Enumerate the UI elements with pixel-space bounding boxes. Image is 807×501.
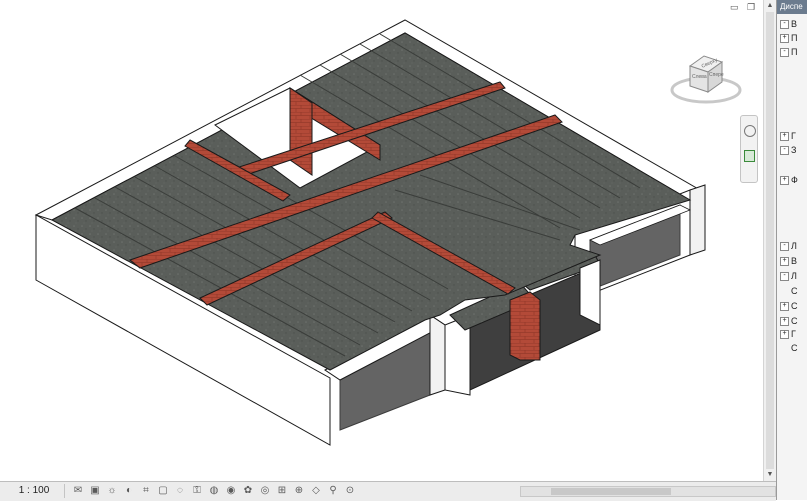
tree-item[interactable]: -Л	[780, 240, 797, 252]
envelope-icon[interactable]: ✉	[72, 485, 84, 497]
tree-item[interactable]: + Г	[780, 130, 796, 142]
collapse-icon[interactable]: -	[780, 272, 789, 282]
expand-icon[interactable]: +	[780, 132, 789, 142]
tree-item[interactable]: -П	[780, 46, 797, 58]
panel-title: Диспе	[777, 0, 807, 14]
tree-item[interactable]: + Г	[780, 328, 796, 340]
tree-item-label: Л	[791, 241, 797, 251]
scroll-thumb[interactable]	[766, 12, 774, 469]
expand-icon[interactable]: +	[780, 302, 789, 312]
shadow-icon[interactable]: ◐	[123, 485, 135, 497]
tree-item[interactable]: -Л	[780, 270, 797, 282]
lock-icon[interactable]: ⚿	[191, 485, 203, 497]
crop-icon[interactable]: ⌗	[140, 485, 152, 497]
horizontal-scrollbar[interactable]	[520, 486, 776, 497]
steering-wheel-icon[interactable]	[744, 125, 756, 137]
tree-item[interactable]: + С	[780, 315, 798, 327]
tree-item-label: П	[791, 47, 798, 57]
minimize-icon[interactable]: ▭	[730, 2, 742, 12]
highlight-icon[interactable]: ⊙	[344, 485, 356, 497]
temp-hide-icon[interactable]: ◎	[259, 485, 271, 497]
project-browser-panel: Диспе - В + П - П + Г - З + Ф - Л + В - Л С + С + С + Г С	[776, 0, 807, 500]
expand-icon[interactable]: +	[780, 257, 789, 267]
analytics-icon[interactable]: ◍	[208, 485, 220, 497]
folder-icon[interactable]: ▣	[89, 485, 101, 497]
design-options-icon[interactable]: ◇	[310, 485, 322, 497]
expand-icon[interactable]: +	[780, 330, 789, 340]
brick-column	[509, 291, 541, 361]
tree-item-label: С	[791, 316, 798, 326]
render-icon[interactable]: ✿	[242, 485, 254, 497]
pillar-right	[579, 259, 601, 326]
building-3d-model[interactable]	[0, 0, 776, 481]
sun-icon[interactable]: ☼	[106, 485, 118, 497]
tree-item-label: Ф	[791, 175, 798, 185]
collapse-icon[interactable]: -	[780, 48, 789, 58]
tree-item-label: В	[791, 19, 798, 29]
tree-item-label: Г	[791, 329, 796, 339]
expand-icon[interactable]: +	[780, 176, 789, 186]
collapse-icon[interactable]: -	[780, 242, 789, 252]
scroll-up-icon[interactable]: ▲	[766, 1, 774, 11]
hide-icon[interactable]: ◌	[174, 485, 186, 497]
viewcube[interactable]: Слева Спере Сверху	[668, 38, 748, 108]
view-control-bar: 1 : 100 ✉ ▣ ☼ ◐ ⌗ ▢ ◌ ⚿ ◍ ◉ ✿ ◎ ⊞ ⊕ ◇ ⚲ ⊙	[0, 481, 776, 501]
expand-icon[interactable]: +	[780, 317, 789, 327]
stair-brick-wall	[289, 87, 313, 176]
tree-item[interactable]: + С	[780, 300, 798, 312]
tree-item-label: П	[791, 33, 798, 43]
tree-item-label: С	[791, 343, 798, 353]
tree-item[interactable]: -В	[780, 18, 797, 30]
collapse-icon[interactable]: -	[780, 20, 789, 30]
tree-item-label: С	[791, 286, 798, 296]
tree-item-label: З	[791, 145, 797, 155]
crop-region-icon[interactable]: ▢	[157, 485, 169, 497]
tree-item[interactable]: -З	[780, 144, 796, 156]
tree-item[interactable]: + П	[780, 32, 797, 44]
3d-view-canvas[interactable]: Слева Спере Сверху ▭ ❐ ✕ ▲ ▼	[0, 0, 776, 481]
restore-icon[interactable]: ❐	[747, 2, 758, 12]
hscroll-thumb[interactable]	[551, 488, 671, 495]
viewcube-front-face: Спере	[709, 72, 724, 78]
tree-item-label: С	[791, 301, 798, 311]
tree-item-label: Г	[791, 131, 796, 141]
scale-selector[interactable]: 1 : 100	[4, 484, 65, 498]
vertical-scrollbar[interactable]: ▲ ▼	[763, 0, 776, 481]
tree-item[interactable]: С	[780, 342, 798, 354]
scroll-down-icon[interactable]: ▼	[766, 470, 774, 480]
constraints-icon[interactable]: ⊞	[276, 485, 288, 497]
filter-icon[interactable]: ⚲	[327, 485, 339, 497]
opening-left-post	[429, 314, 446, 396]
worksharing-icon[interactable]: ⊕	[293, 485, 305, 497]
navigation-bar	[740, 115, 758, 183]
collapse-icon[interactable]: -	[780, 146, 789, 156]
reveal-icon[interactable]: ◉	[225, 485, 237, 497]
tree-item-label: Л	[791, 271, 797, 281]
tree-item[interactable]: + В	[780, 255, 797, 267]
tree-item[interactable]: + Ф	[780, 174, 798, 186]
viewcube-left-face: Слева	[692, 74, 707, 80]
expand-icon[interactable]: +	[780, 34, 789, 44]
wall-right-face	[689, 184, 706, 256]
tree-item[interactable]: С	[780, 285, 798, 297]
tree-item-label: В	[791, 256, 798, 266]
zoom-icon[interactable]	[744, 150, 755, 162]
